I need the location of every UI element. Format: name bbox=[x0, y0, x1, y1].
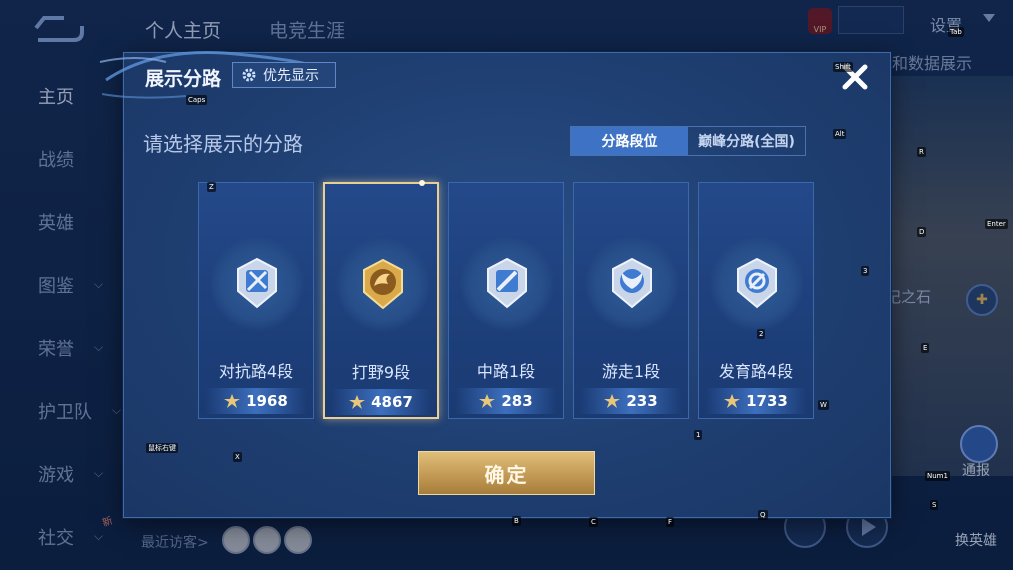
priority-display-label: 优先显示 bbox=[263, 68, 319, 84]
rank-score-icon bbox=[224, 394, 241, 408]
dialog-title: 展示分路 bbox=[145, 68, 222, 90]
rank-score-icon bbox=[349, 395, 366, 409]
lane-score: 1968 bbox=[246, 392, 288, 410]
key-hint: F bbox=[666, 517, 675, 527]
rank-score-icon bbox=[479, 394, 496, 408]
key-hint: W bbox=[818, 400, 829, 410]
wand-rank-icon bbox=[487, 257, 527, 309]
lane-name: 打野9段 bbox=[351, 363, 411, 382]
lane-card-bot[interactable]: 发育路4段 1733 bbox=[698, 182, 814, 419]
lane-score: 233 bbox=[626, 392, 658, 410]
key-hint: Tab bbox=[948, 27, 964, 37]
key-hint: D bbox=[917, 227, 927, 237]
dragon-gold-rank-icon bbox=[363, 258, 403, 310]
key-hint: Shift bbox=[833, 62, 853, 72]
key-hint: R bbox=[917, 147, 926, 157]
lane-name: 发育路4段 bbox=[718, 362, 794, 381]
confirm-button[interactable]: 确定 bbox=[418, 451, 595, 495]
key-hint: Z bbox=[207, 182, 216, 192]
priority-display-button[interactable]: 优先显示 bbox=[232, 62, 336, 88]
key-hint: 2 bbox=[757, 329, 766, 339]
lane-score: 4867 bbox=[371, 393, 413, 411]
key-hint: S bbox=[930, 500, 939, 510]
key-hint: E bbox=[921, 343, 930, 353]
rank-score-icon bbox=[724, 394, 741, 408]
key-hint: 3 bbox=[861, 266, 870, 276]
key-hint: X bbox=[233, 452, 242, 462]
lane-score: 1733 bbox=[746, 392, 788, 410]
lane-card-jungle[interactable]: 打野9段 4867 bbox=[323, 180, 439, 419]
sword-shield-rank-icon bbox=[237, 257, 277, 309]
tab-lane-rank[interactable]: 分路段位 bbox=[571, 127, 688, 155]
wings-rank-icon bbox=[612, 257, 652, 309]
key-hint: Alt bbox=[833, 129, 847, 139]
select-lane-prompt: 请选择展示的分路 bbox=[143, 132, 303, 156]
gear-icon bbox=[242, 68, 256, 82]
key-hint: C bbox=[589, 517, 598, 527]
key-hint: B bbox=[512, 516, 521, 526]
bow-rank-icon bbox=[737, 257, 777, 309]
key-hint: Enter bbox=[985, 219, 1008, 229]
lane-card-mid[interactable]: 中路1段 283 bbox=[448, 182, 564, 419]
key-hint: 1 bbox=[694, 430, 703, 440]
key-hint: 鼠标右键 bbox=[146, 443, 178, 453]
lane-name: 中路1段 bbox=[476, 362, 536, 381]
lane-score: 283 bbox=[501, 392, 533, 410]
rank-mode-toggle: 分路段位 巅峰分路(全国) bbox=[570, 126, 806, 156]
lane-name: 对抗路4段 bbox=[218, 362, 294, 381]
key-hint: Num1 bbox=[925, 471, 950, 481]
key-hint: Caps bbox=[186, 95, 208, 105]
lane-card-top[interactable]: 对抗路4段 1968 bbox=[198, 182, 314, 419]
tab-peak-lane-national[interactable]: 巅峰分路(全国) bbox=[688, 127, 805, 155]
rank-score-icon bbox=[604, 394, 621, 408]
lane-name: 游走1段 bbox=[601, 362, 661, 381]
lane-card-roam[interactable]: 游走1段 233 bbox=[573, 182, 689, 419]
key-hint: Q bbox=[758, 510, 768, 520]
